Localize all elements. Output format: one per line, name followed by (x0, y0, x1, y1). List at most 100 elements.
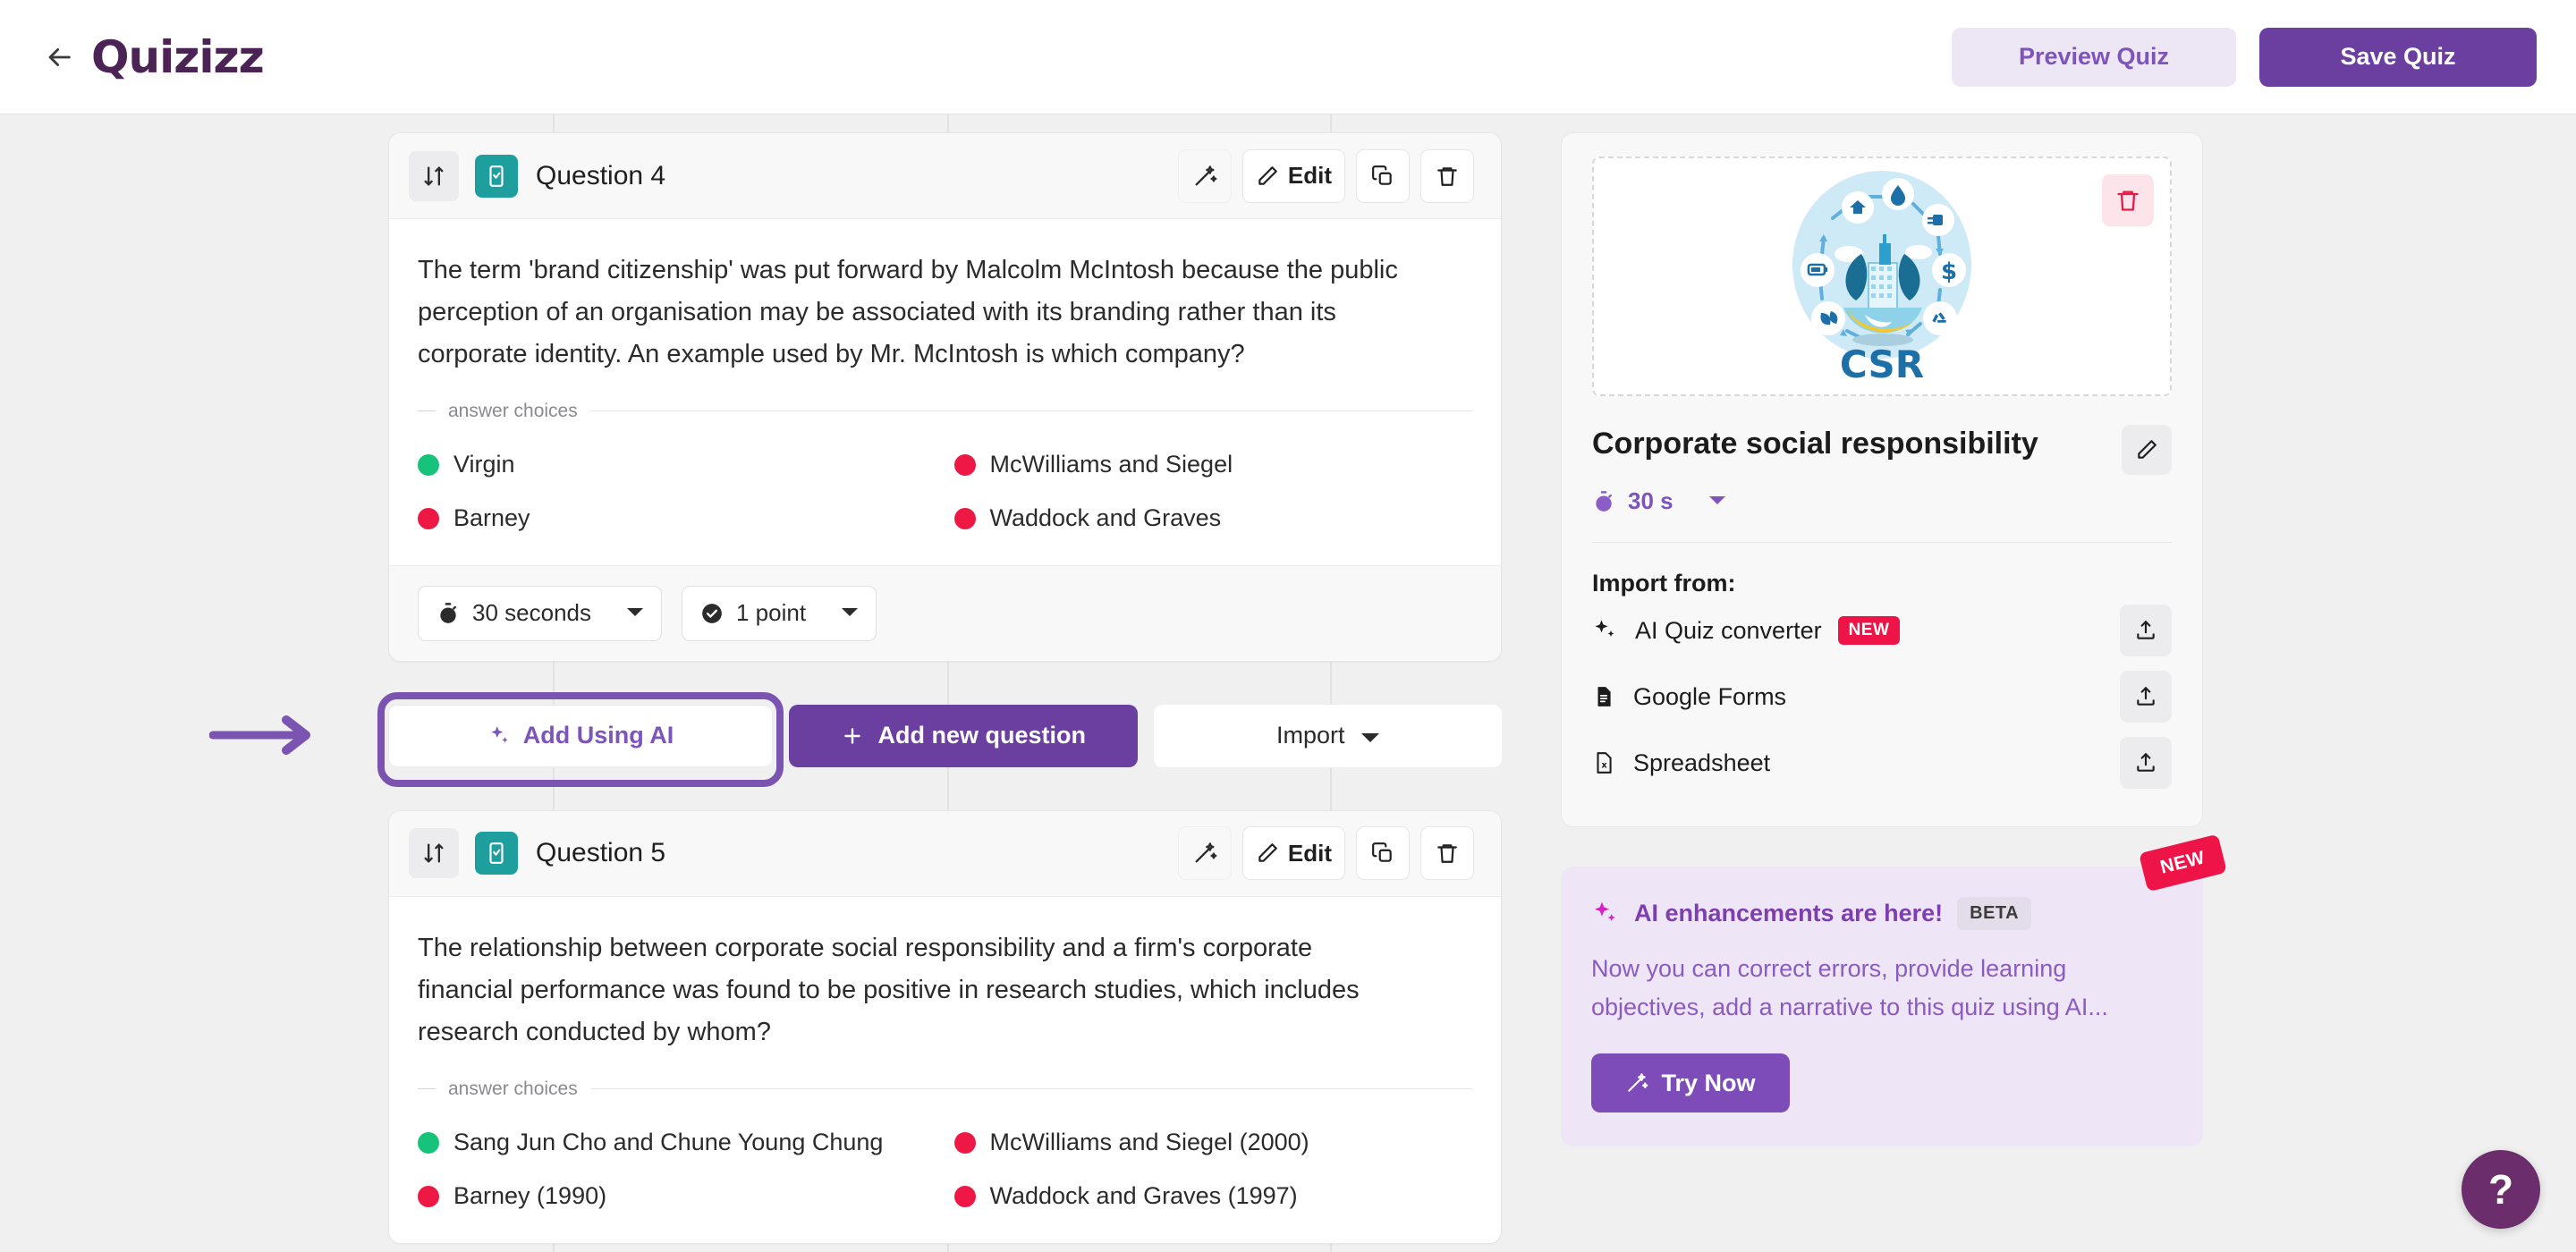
incorrect-answer-dot-icon (418, 507, 439, 529)
quiz-details-sidebar: $ CSR Corporate social responsibility 30… (1561, 132, 2226, 1147)
import-label: Import (1275, 722, 1345, 749)
incorrect-answer-dot-icon (953, 453, 976, 476)
reorder-question-button[interactable] (409, 150, 459, 201)
question-time-selector[interactable]: 30 seconds (418, 585, 662, 641)
question-card-header: Question 5 Edit (389, 810, 1501, 897)
back-button[interactable] (34, 32, 84, 82)
question-text: The relationship between corporate socia… (418, 933, 1360, 1046)
quiz-thumbnail[interactable]: $ CSR (1592, 156, 2172, 396)
ai-enhancements-header: AI enhancements are here! BETA (1591, 897, 2173, 930)
magic-wand-icon (1628, 1073, 1648, 1093)
upload-button[interactable] (2120, 737, 2172, 789)
answer-choice-text: Barney (1990) (453, 1182, 607, 1210)
question-title: Question 5 (536, 838, 666, 868)
answer-choices-label: answer choices (448, 400, 578, 421)
answer-choice: Virgin (418, 442, 936, 488)
import-item-label: Google Forms (1633, 682, 1787, 710)
edit-quiz-title-button[interactable] (2122, 425, 2172, 475)
import-dropdown-button[interactable]: Import (1153, 704, 1502, 767)
edit-question-button[interactable]: Edit (1241, 826, 1345, 881)
delete-image-button[interactable] (2102, 174, 2154, 226)
answer-choice: Waddock and Graves (1997) (953, 1173, 1473, 1220)
upload-button[interactable] (2120, 605, 2172, 656)
import-item-google-forms[interactable]: Google Forms (1592, 664, 2172, 730)
plus-icon (843, 728, 860, 744)
answer-choice-text: McWilliams and Siegel (989, 451, 1233, 478)
reorder-question-button[interactable] (409, 828, 459, 879)
document-icon (1597, 687, 1611, 706)
duplicate-icon (1372, 165, 1392, 185)
trash-icon (2117, 190, 2139, 211)
stopwatch-icon (440, 602, 456, 623)
incorrect-answer-dot-icon (953, 507, 976, 529)
add-using-ai-button[interactable]: Add Using AI (388, 704, 773, 767)
spreadsheet-icon: x (1597, 752, 1612, 774)
question-points-value: 1 point (735, 599, 807, 627)
add-new-question-button[interactable]: Add new question (789, 704, 1138, 767)
question-card: Question 5 Edit The relationship between… (388, 809, 1502, 1244)
check-circle-icon (702, 604, 722, 623)
question-actions: Edit (1177, 826, 1474, 881)
duplicate-question-button[interactable] (1356, 148, 1410, 203)
new-ribbon-badge: NEW (2138, 833, 2226, 892)
quiz-title-row: Corporate social responsibility (1592, 425, 2172, 475)
logo-text: Quizizz (91, 30, 265, 83)
separator-dash (418, 410, 436, 412)
arrow-left-icon (48, 47, 71, 66)
sort-updown-icon (424, 843, 444, 863)
answer-choice: McWilliams and Siegel (953, 442, 1473, 488)
ai-enhance-question-button[interactable] (1177, 148, 1232, 203)
csr-illustration-icon: $ CSR (1792, 171, 1971, 386)
separator-dash (418, 1088, 436, 1090)
answer-choice: Barney (418, 495, 936, 542)
ai-enhance-question-button[interactable] (1177, 826, 1232, 881)
answer-choice-text: Sang Jun Cho and Chune Young Chung (453, 1129, 884, 1156)
answer-choices-label: answer choices (448, 1078, 578, 1099)
correct-answer-dot-icon (418, 453, 439, 476)
magic-wand-icon (1195, 842, 1217, 863)
chevron-down-icon (1708, 494, 1725, 510)
mcq-glyph-icon (489, 842, 504, 865)
duplicate-question-button[interactable] (1356, 826, 1410, 881)
quiz-time-value: 30 s (1628, 487, 1674, 514)
import-item-spreadsheet[interactable]: x Spreadsheet (1592, 730, 2172, 796)
quizizz-logo[interactable]: Quizizz (91, 30, 265, 83)
trash-icon (1437, 166, 1457, 186)
quiz-time-selector[interactable]: 30 s (1592, 487, 2172, 515)
pencil-icon (1258, 843, 1277, 863)
question-card-footer: 30 seconds 1 point (389, 564, 1501, 661)
delete-question-button[interactable] (1420, 826, 1474, 881)
import-item-label: AI Quiz converter (1635, 616, 1822, 644)
delete-question-button[interactable] (1420, 148, 1474, 203)
ai-enhancements-description: Now you can correct errors, provide lear… (1591, 955, 2108, 1021)
question-time-value: 30 seconds (472, 599, 591, 627)
answer-choice: Waddock and Graves (953, 495, 1473, 542)
add-new-question-label: Add new question (877, 722, 1087, 749)
try-now-button[interactable]: Try Now (1591, 1053, 1790, 1113)
answer-choice-text: Barney (453, 504, 530, 532)
answer-choices-separator: answer choices (418, 401, 1472, 422)
try-now-label: Try Now (1661, 1069, 1756, 1096)
upload-button[interactable] (2120, 671, 2172, 723)
duplicate-icon (1372, 842, 1392, 863)
answer-choices-list: Sang Jun Cho and Chune Young Chung McWil… (418, 1105, 1472, 1243)
new-badge: NEW (1837, 616, 1901, 645)
add-using-ai-label: Add Using AI (522, 722, 674, 749)
quiz-info-panel: $ CSR Corporate social responsibility 30… (1561, 132, 2203, 827)
chevron-down-icon (604, 605, 643, 622)
correct-answer-dot-icon (418, 1131, 439, 1154)
answer-choices-list: Virgin McWilliams and Siegel Barney Wadd… (418, 427, 1472, 565)
edit-question-button[interactable]: Edit (1241, 148, 1345, 203)
help-button[interactable]: ? (2462, 1150, 2540, 1229)
import-item-ai-quiz-converter[interactable]: AI Quiz converter NEW (1592, 597, 2172, 664)
save-quiz-button[interactable]: Save Quiz (2259, 27, 2537, 87)
svg-text:$: $ (1941, 258, 1957, 285)
question-points-selector[interactable]: 1 point (681, 585, 877, 641)
separator-line (589, 1088, 1472, 1090)
preview-quiz-button[interactable]: Preview Quiz (1952, 27, 2236, 87)
incorrect-answer-dot-icon (953, 1131, 976, 1154)
trash-icon (1437, 844, 1457, 864)
stopwatch-icon (1596, 490, 1612, 512)
answer-choices-separator: answer choices (418, 1079, 1472, 1100)
answer-choice: Barney (1990) (418, 1173, 936, 1220)
